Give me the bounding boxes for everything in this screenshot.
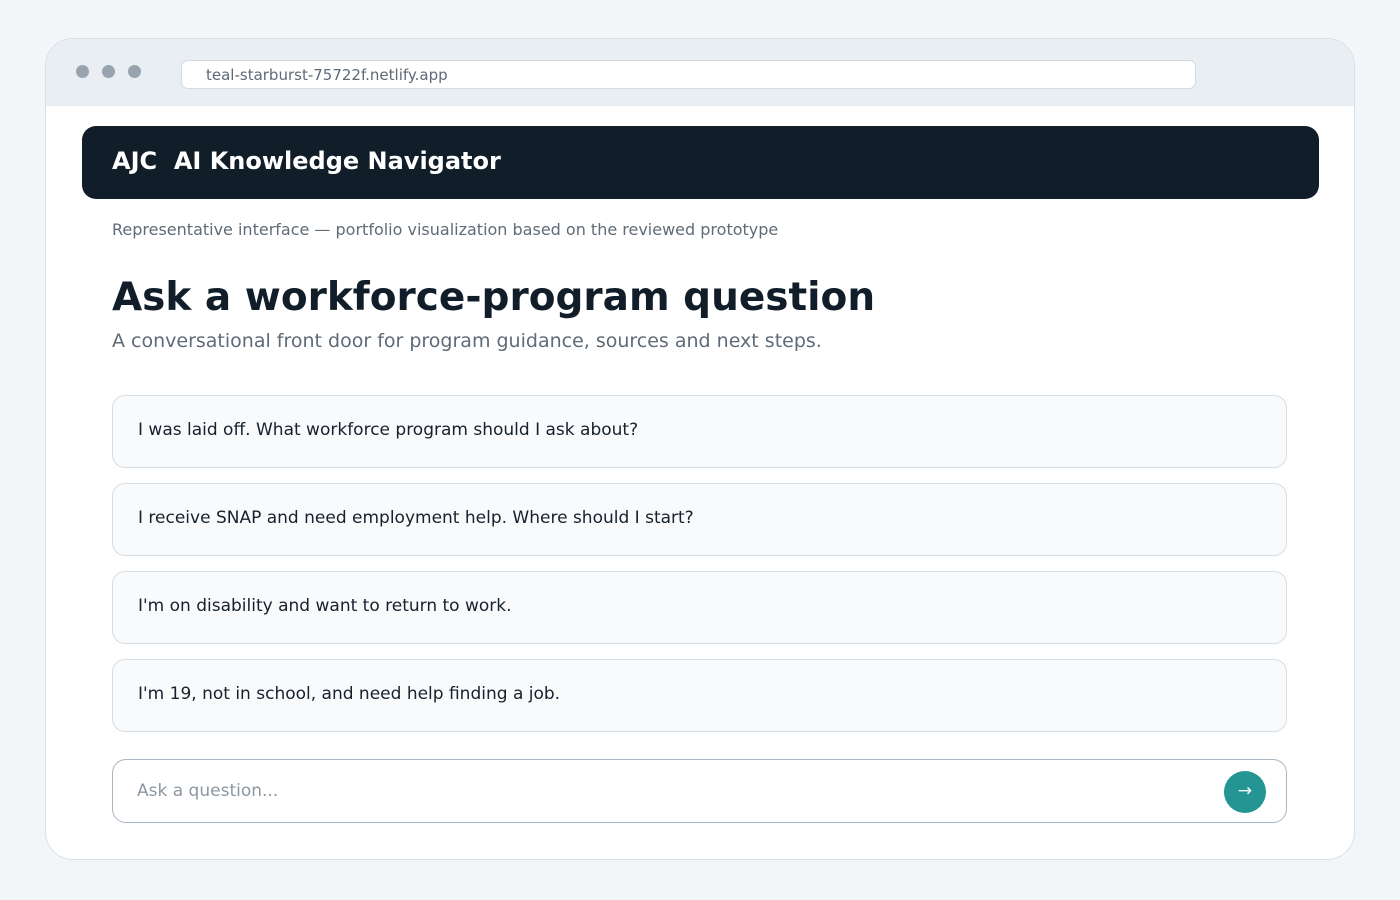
suggestion-laid-off[interactable]: I was laid off. What workforce program s… xyxy=(112,395,1287,468)
window-dot-3[interactable] xyxy=(128,65,141,78)
question-input[interactable] xyxy=(137,760,1217,821)
suggestion-list: I was laid off. What workforce program s… xyxy=(112,395,1287,747)
window-dot-2[interactable] xyxy=(102,65,115,78)
page-title: Ask a workforce-program question xyxy=(112,275,876,320)
suggestion-youth[interactable]: I'm 19, not in school, and need help fin… xyxy=(112,659,1287,732)
disclaimer-note: Representative interface — portfolio vis… xyxy=(112,220,779,239)
browser-chrome: teal-starburst-75722f.netlify.app xyxy=(46,39,1354,106)
browser-window: teal-starburst-75722f.netlify.app AJC AI… xyxy=(45,38,1355,860)
arrow-right-icon: → xyxy=(1237,781,1253,801)
page-subtitle: A conversational front door for program … xyxy=(112,330,822,352)
app-header: AJC AI Knowledge Navigator xyxy=(82,126,1319,199)
send-button[interactable]: → xyxy=(1224,771,1266,813)
window-dot-1[interactable] xyxy=(76,65,89,78)
address-bar[interactable]: teal-starburst-75722f.netlify.app xyxy=(181,60,1196,89)
app-brand: AJC AI Knowledge Navigator xyxy=(112,147,501,175)
suggestion-disability[interactable]: I'm on disability and want to return to … xyxy=(112,571,1287,644)
ask-box: → xyxy=(112,759,1287,823)
suggestion-snap[interactable]: I receive SNAP and need employment help.… xyxy=(112,483,1287,556)
